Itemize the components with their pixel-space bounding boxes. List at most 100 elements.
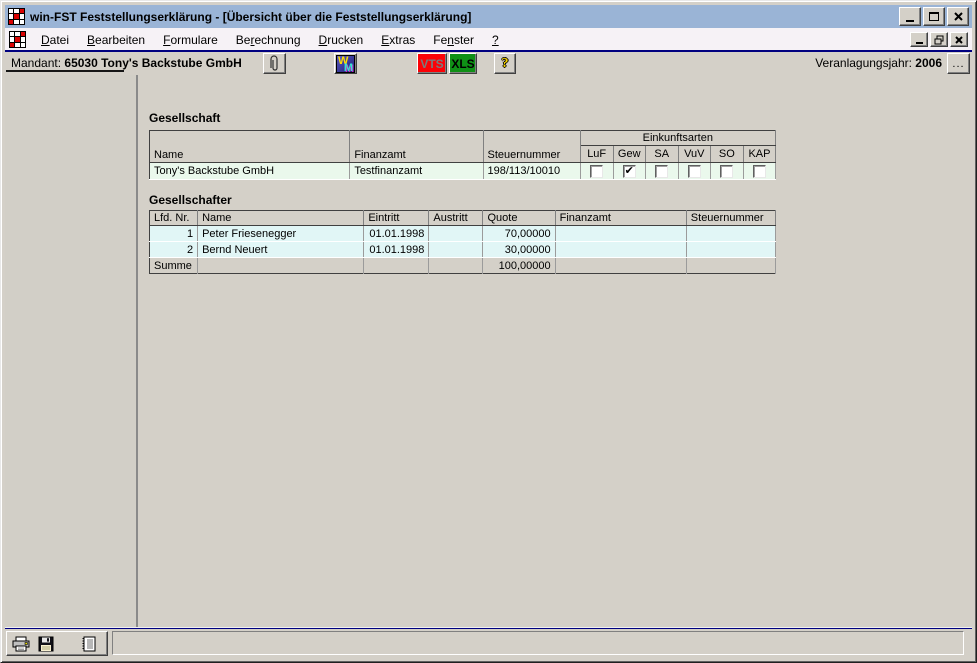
minimize-icon (906, 20, 914, 22)
logo-cell (15, 32, 19, 36)
gesellschaft-row[interactable]: Tony's Backstube GmbH Testfinanzamt 198/… (150, 163, 776, 180)
checkbox-sa[interactable] (655, 165, 668, 178)
title-bar: win-FST Feststellungserklärung - [Übersi… (5, 5, 972, 28)
cell-steuernummer (686, 226, 775, 242)
sum-row: Summe 100,00000 (150, 258, 776, 274)
col-lfd-nr: Lfd. Nr. (150, 211, 198, 226)
paperclip-icon (270, 55, 280, 72)
assessment-year-value: 2006 (915, 56, 942, 70)
cell-nr: 1 (150, 226, 198, 242)
assessment-year-field: Veranlagungsjahr: 2006 (815, 56, 942, 70)
col-gew: Gew (613, 146, 645, 163)
wm-module-button[interactable]: W M (334, 53, 357, 74)
col-steuernummer: Steuernummer (483, 131, 580, 163)
menu-formulare[interactable]: Formulare (154, 30, 227, 50)
gesellschaft-table: Name Finanzamt Steuernummer Einkunftsart… (149, 130, 776, 180)
save-button[interactable] (35, 634, 57, 654)
logo-cell (10, 43, 14, 47)
logo-cell (10, 32, 14, 36)
col-austritt: Austritt (429, 211, 483, 226)
print-button[interactable] (10, 634, 32, 654)
help-button[interactable]: ? (494, 53, 516, 74)
maximize-icon (929, 12, 939, 21)
logo-cell (20, 20, 24, 24)
menu-bearbeiten[interactable]: Bearbeiten (78, 30, 154, 50)
cell-name: Peter Friesenegger (198, 226, 364, 242)
logo-cell (20, 9, 24, 13)
status-bar (5, 629, 972, 658)
xls-export-button[interactable]: XLS (449, 53, 477, 74)
cell-steuernummer: 198/113/10010 (483, 163, 580, 180)
col-finanzamt: Finanzamt (350, 131, 483, 163)
app-logo-icon (8, 8, 25, 25)
sum-quote: 100,00000 (483, 258, 555, 274)
logo-cell (14, 14, 18, 18)
menu-drucken[interactable]: Drucken (310, 30, 373, 50)
logo-cell (9, 20, 13, 24)
checkbox-vuv[interactable] (688, 165, 701, 178)
more-options-button[interactable]: ... (947, 53, 970, 74)
application-window: win-FST Feststellungserklärung - [Übersi… (0, 0, 977, 663)
logo-cell (15, 37, 19, 41)
vts-button[interactable]: VTS (417, 53, 447, 74)
gesellschafter-row[interactable]: 2 Bernd Neuert 01.01.1998 30,00000 (150, 242, 776, 258)
menu-datei[interactable]: Datei (32, 30, 78, 50)
printer-icon (12, 636, 30, 652)
cell-eintritt: 01.01.1998 (364, 242, 429, 258)
menu-berechnung[interactable]: Berechnung (227, 30, 310, 50)
col-kap: KAP (743, 146, 775, 163)
notebook-icon (81, 636, 97, 652)
minimize-button[interactable] (899, 7, 921, 26)
mdi-close-button[interactable] (950, 32, 968, 47)
cell-finanzamt (555, 226, 686, 242)
mandant-value: 65030 Tony's Backstube GmbH (64, 56, 241, 70)
checkbox-gew[interactable]: ✔ (623, 165, 636, 178)
col-eintritt: Eintritt (364, 211, 429, 226)
cell-name: Tony's Backstube GmbH (150, 163, 350, 180)
logo-cell (9, 9, 13, 13)
gesellschaft-heading: Gesellschaft (149, 111, 220, 125)
checkbox-luf[interactable] (590, 165, 603, 178)
logo-cell (14, 9, 18, 13)
cell-finanzamt: Testfinanzamt (350, 163, 483, 180)
menu-extras[interactable]: Extras (372, 30, 424, 50)
menu-fenster[interactable]: Fenster (424, 30, 483, 50)
logo-cell (21, 32, 25, 36)
journal-button[interactable] (78, 634, 100, 654)
wm-icon: W M (336, 55, 355, 73)
cell-quote: 30,00000 (483, 242, 555, 258)
mandant-underline (6, 70, 124, 72)
menu-items: Datei Bearbeiten Formulare Berechnung Dr… (32, 30, 508, 50)
mdi-restore-button[interactable] (930, 32, 948, 47)
col-sa: SA (645, 146, 678, 163)
logo-cell (20, 14, 24, 18)
col-luf: LuF (580, 146, 613, 163)
close-button[interactable] (947, 7, 969, 26)
cell-austritt (429, 242, 483, 258)
col-so: SO (710, 146, 743, 163)
checkbox-so[interactable] (720, 165, 733, 178)
mandant-field: Mandant: 65030 Tony's Backstube GmbH (11, 56, 242, 70)
cell-eintritt: 01.01.1998 (364, 226, 429, 242)
window-title: win-FST Feststellungserklärung - [Übersi… (30, 10, 471, 24)
mdi-minimize-button[interactable] (910, 32, 928, 47)
col-steuernummer: Steuernummer (686, 211, 775, 226)
gesellschafter-row[interactable]: 1 Peter Friesenegger 01.01.1998 70,00000 (150, 226, 776, 242)
mdi-child-icon[interactable] (9, 31, 26, 48)
left-panel (5, 75, 138, 627)
col-group-einkunftsarten: Einkunftsarten (580, 131, 775, 146)
col-name: Name (150, 131, 350, 163)
col-finanzamt: Finanzamt (555, 211, 686, 226)
floppy-disk-icon (38, 636, 54, 652)
attachment-button[interactable] (263, 53, 286, 74)
col-name: Name (198, 211, 364, 226)
gesellschafter-table: Lfd. Nr. Name Eintritt Austritt Quote Fi… (149, 210, 776, 274)
minimize-icon (916, 42, 923, 44)
checkbox-kap[interactable] (753, 165, 766, 178)
logo-cell (15, 43, 19, 47)
menu-bar: Datei Bearbeiten Formulare Berechnung Dr… (5, 28, 972, 51)
maximize-button[interactable] (923, 7, 945, 26)
logo-cell (10, 37, 14, 41)
menu-help[interactable]: ? (483, 30, 508, 50)
close-icon (955, 36, 963, 44)
